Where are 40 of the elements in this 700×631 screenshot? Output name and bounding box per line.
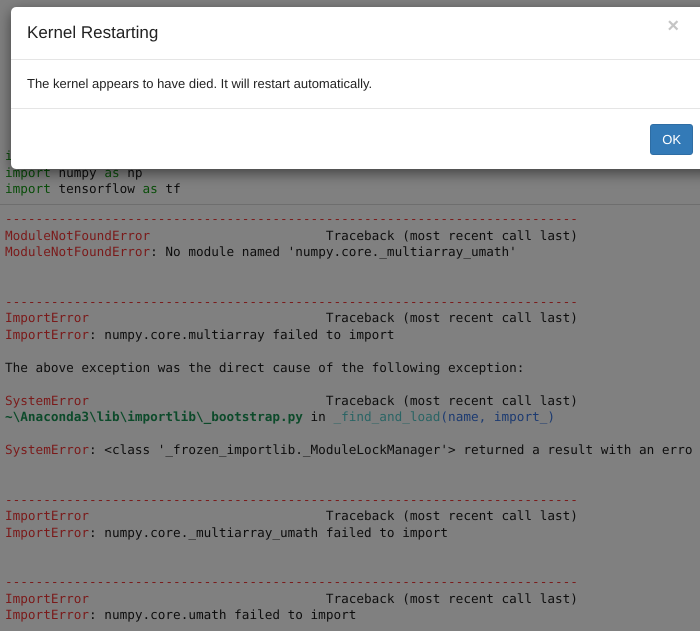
error-name: ImportError (5, 310, 90, 325)
error-name: ImportError (5, 524, 90, 540)
code-text: tensorflow (57, 181, 136, 196)
function-arguments: (name, import_) (440, 409, 555, 424)
code-text: Traceback (most recent call last) (324, 310, 578, 325)
code-keyword: as (104, 164, 120, 180)
code-text: : <class '_frozen_importlib._ModuleLockManager'> returned a result with an erro (89, 442, 692, 457)
code-keyword: import (5, 181, 51, 196)
dialog-message: The kernel appears to have died. It will restart automatically. (27, 76, 372, 91)
code-text: np (126, 164, 143, 180)
code-keyword: as (142, 181, 158, 196)
code-text: : No module named 'numpy.core._multiarray_umath' (150, 244, 517, 259)
file-path: ~\Anaconda3\lib\importlib\_bootstrap.py (5, 409, 303, 424)
code-text: The above exception was the direct cause of the following exception: (5, 360, 524, 374)
error-name: SystemError (5, 442, 90, 457)
separator-line: --------------------------------------------------------------------------- (5, 492, 578, 506)
code-text: in (310, 409, 327, 424)
error-name: ImportError (5, 590, 90, 606)
error-name: ModuleNotFoundError (5, 228, 150, 242)
code-keyword: import (5, 164, 51, 180)
ok-button[interactable]: OK (650, 124, 693, 155)
code-text: Traceback (most recent call last) (324, 590, 578, 606)
error-name: ImportError (5, 607, 90, 622)
error-name: SystemError (5, 392, 90, 408)
code-text: : numpy.core._multiarray_umath failed to import (89, 524, 448, 540)
code-text: numpy (57, 164, 98, 180)
error-name: ImportError (5, 326, 90, 342)
error-name: ModuleNotFoundError (5, 244, 150, 259)
code-text: : numpy.core.umath failed to import (89, 607, 356, 622)
separator-line: --------------------------------------------------------------------------- (5, 574, 578, 589)
code-text: : numpy.core.multiarray failed to import (89, 326, 395, 342)
error-name: ImportError (5, 508, 90, 523)
separator-line: --------------------------------------------------------------------------- (5, 294, 578, 308)
separator-line: --------------------------------------------------------------------------- (5, 211, 578, 226)
function-name: _find_and_load (333, 409, 440, 424)
code-text: Traceback (most recent call last) (324, 508, 578, 523)
code-text: Traceback (most recent call last) (324, 392, 578, 408)
code-text: tf (164, 181, 181, 196)
code-text: Traceback (most recent call last) (324, 228, 578, 242)
dialog-title: Kernel Restarting (27, 23, 160, 43)
